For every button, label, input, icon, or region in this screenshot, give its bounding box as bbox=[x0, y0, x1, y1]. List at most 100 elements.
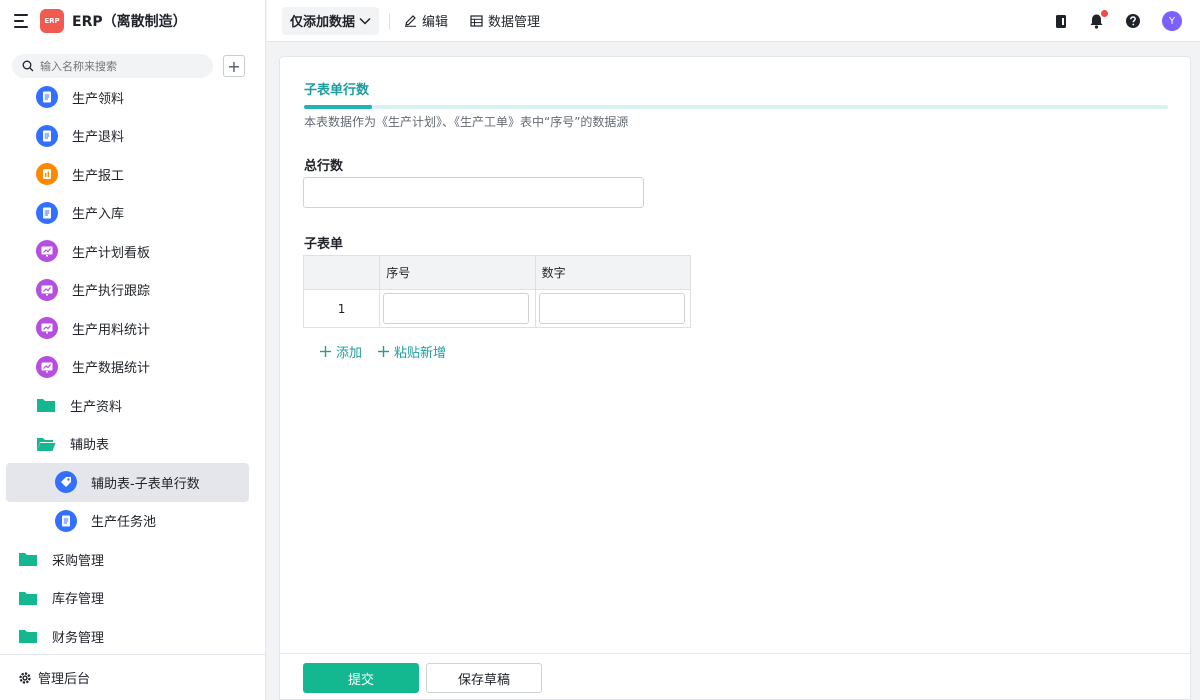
sidebar-item-label: 生产资料 bbox=[70, 399, 123, 415]
sidebar-item[interactable]: 生产计划看板 bbox=[0, 232, 265, 271]
sidebar-item[interactable]: 采购管理 bbox=[0, 540, 265, 579]
submit-button[interactable]: 提交 bbox=[303, 663, 419, 693]
paste-add-button[interactable]: 粘贴新增 bbox=[378, 342, 446, 361]
help-button[interactable] bbox=[1125, 13, 1141, 29]
dashboard-icon bbox=[36, 317, 58, 340]
admin-backend-label: 管理后台 bbox=[38, 672, 91, 687]
app-logo: ERP bbox=[40, 9, 64, 33]
form-description: 本表数据作为《生产计划》、《生产工单》表中“序号”的数据源 bbox=[304, 115, 629, 129]
folder-icon bbox=[18, 587, 38, 609]
mode-dropdown[interactable]: 仅添加数据 bbox=[282, 6, 380, 35]
admin-backend-link[interactable]: 管理后台 bbox=[0, 654, 265, 700]
search-box[interactable] bbox=[12, 54, 213, 78]
pencil-icon bbox=[405, 15, 417, 27]
sidebar-item-label: 生产计划看板 bbox=[72, 245, 151, 261]
search-icon bbox=[22, 60, 34, 72]
total-rows-input[interactable] bbox=[303, 177, 644, 208]
folder-icon bbox=[36, 394, 56, 416]
sidebar-item-label: 生产入库 bbox=[72, 207, 125, 223]
tag-icon bbox=[55, 471, 77, 494]
sidebar-header: ERP ERP（离散制造） bbox=[0, 0, 265, 42]
total-rows-label: 总行数 bbox=[304, 159, 344, 174]
subform-header-row: 序号 数字 bbox=[303, 255, 692, 290]
folder-open-icon bbox=[36, 433, 56, 455]
sidebar-item[interactable]: 生产报工 bbox=[0, 155, 265, 194]
sidebar-item[interactable]: 生产执行跟踪 bbox=[0, 271, 265, 310]
document-icon bbox=[36, 86, 58, 109]
sidebar-item-label: 辅助表 bbox=[70, 438, 110, 454]
data-manage-button[interactable]: 数据管理 bbox=[470, 11, 540, 30]
mode-label: 仅添加数据 bbox=[290, 15, 356, 30]
top-toolbar: 仅添加数据 编辑 数据管理 Y bbox=[267, 0, 1200, 42]
search-row: + bbox=[0, 44, 265, 80]
form-footer: 提交 保存草稿 bbox=[280, 653, 1190, 699]
document-icon bbox=[55, 509, 77, 532]
sidebar-item[interactable]: 辅助表-子表单行数 bbox=[6, 463, 249, 502]
report-icon bbox=[36, 163, 58, 186]
sidebar: ERP ERP（离散制造） + 生产领料生产退料生产报工生产入库生产计划看板生产… bbox=[0, 0, 266, 700]
sidebar-nav: 生产领料生产退料生产报工生产入库生产计划看板 生产执行跟踪 生产用料统计生产数据统计… bbox=[0, 78, 265, 656]
tab-subform-rows[interactable]: 子表单行数 bbox=[304, 79, 369, 98]
notification-button[interactable] bbox=[1089, 10, 1108, 29]
dashboard-icon bbox=[36, 240, 58, 263]
serial-cell bbox=[379, 289, 536, 328]
serial-input[interactable] bbox=[383, 293, 530, 324]
number-cell bbox=[535, 289, 692, 328]
sidebar-item-label: 生产领料 bbox=[72, 91, 125, 107]
top-right-actions: Y bbox=[1033, 0, 1182, 42]
help-icon bbox=[1126, 14, 1140, 28]
data-manage-label: 数据管理 bbox=[488, 15, 541, 30]
plus-icon bbox=[320, 346, 331, 357]
sidebar-item-label: 生产执行跟踪 bbox=[72, 284, 151, 300]
sidebar-item[interactable]: 库存管理 bbox=[0, 579, 265, 618]
user-avatar-button[interactable]: Y bbox=[1162, 11, 1182, 31]
sidebar-item[interactable]: 财务管理 bbox=[0, 617, 265, 656]
sidebar-item[interactable]: 生产任务池 bbox=[0, 502, 265, 541]
sidebar-item-label: 生产任务池 bbox=[91, 515, 157, 531]
folder-icon bbox=[18, 625, 38, 647]
sidebar-item-label: 辅助表-子表单行数 bbox=[91, 476, 200, 492]
sidebar-item-label: 财务管理 bbox=[52, 630, 105, 646]
chevron-down-icon bbox=[359, 17, 371, 25]
edit-label: 编辑 bbox=[422, 15, 449, 30]
sidebar-item[interactable]: 生产领料 bbox=[0, 78, 265, 117]
sidebar-item-label: 采购管理 bbox=[52, 553, 105, 569]
notebook-icon bbox=[1056, 14, 1066, 28]
sidebar-item-label: 生产用料统计 bbox=[72, 322, 151, 338]
dashboard-icon bbox=[36, 278, 58, 301]
sidebar-item[interactable]: 生产数据统计 bbox=[0, 348, 265, 387]
column-header-number: 数字 bbox=[535, 255, 692, 290]
number-input[interactable] bbox=[538, 293, 685, 324]
row-number-header bbox=[303, 255, 381, 290]
tab-track bbox=[304, 105, 1168, 109]
document-icon bbox=[36, 124, 58, 147]
app-title[interactable]: ERP（离散制造） bbox=[72, 11, 187, 31]
table-row: 1 bbox=[303, 289, 692, 328]
sidebar-item[interactable]: 生产资料 bbox=[0, 386, 265, 425]
dashboard-icon bbox=[36, 355, 58, 378]
edit-button[interactable]: 编辑 bbox=[404, 11, 448, 30]
form-card: 子表单行数 本表数据作为《生产计划》、《生产工单》表中“序号”的数据源 总行数 … bbox=[279, 56, 1191, 700]
add-item-button[interactable]: + bbox=[223, 55, 245, 77]
gear-icon bbox=[19, 671, 31, 684]
paste-add-label: 粘贴新增 bbox=[394, 346, 447, 361]
table-icon bbox=[470, 14, 483, 27]
subform-label: 子表单 bbox=[304, 237, 344, 252]
tab-active-indicator bbox=[304, 105, 372, 109]
toolbar-divider bbox=[389, 12, 391, 29]
subform-table: 序号 数字 1 bbox=[303, 255, 692, 328]
notebook-button[interactable] bbox=[1054, 14, 1068, 29]
menu-toggle-icon[interactable] bbox=[14, 14, 30, 28]
sidebar-item[interactable]: 生产用料统计 bbox=[0, 309, 265, 348]
sidebar-item-label: 生产报工 bbox=[72, 168, 125, 184]
add-row-button[interactable]: 添加 bbox=[320, 342, 362, 361]
folder-icon bbox=[18, 548, 38, 570]
search-input[interactable] bbox=[40, 59, 200, 73]
sidebar-item[interactable]: 辅助表 bbox=[0, 425, 265, 464]
save-draft-button[interactable]: 保存草稿 bbox=[426, 663, 542, 693]
sidebar-item[interactable]: 生产退料 bbox=[0, 117, 265, 156]
sidebar-item[interactable]: 生产入库 bbox=[0, 194, 265, 233]
notification-badge bbox=[1101, 10, 1108, 17]
sidebar-item-label: 生产退料 bbox=[72, 130, 125, 146]
document-icon bbox=[36, 201, 58, 224]
